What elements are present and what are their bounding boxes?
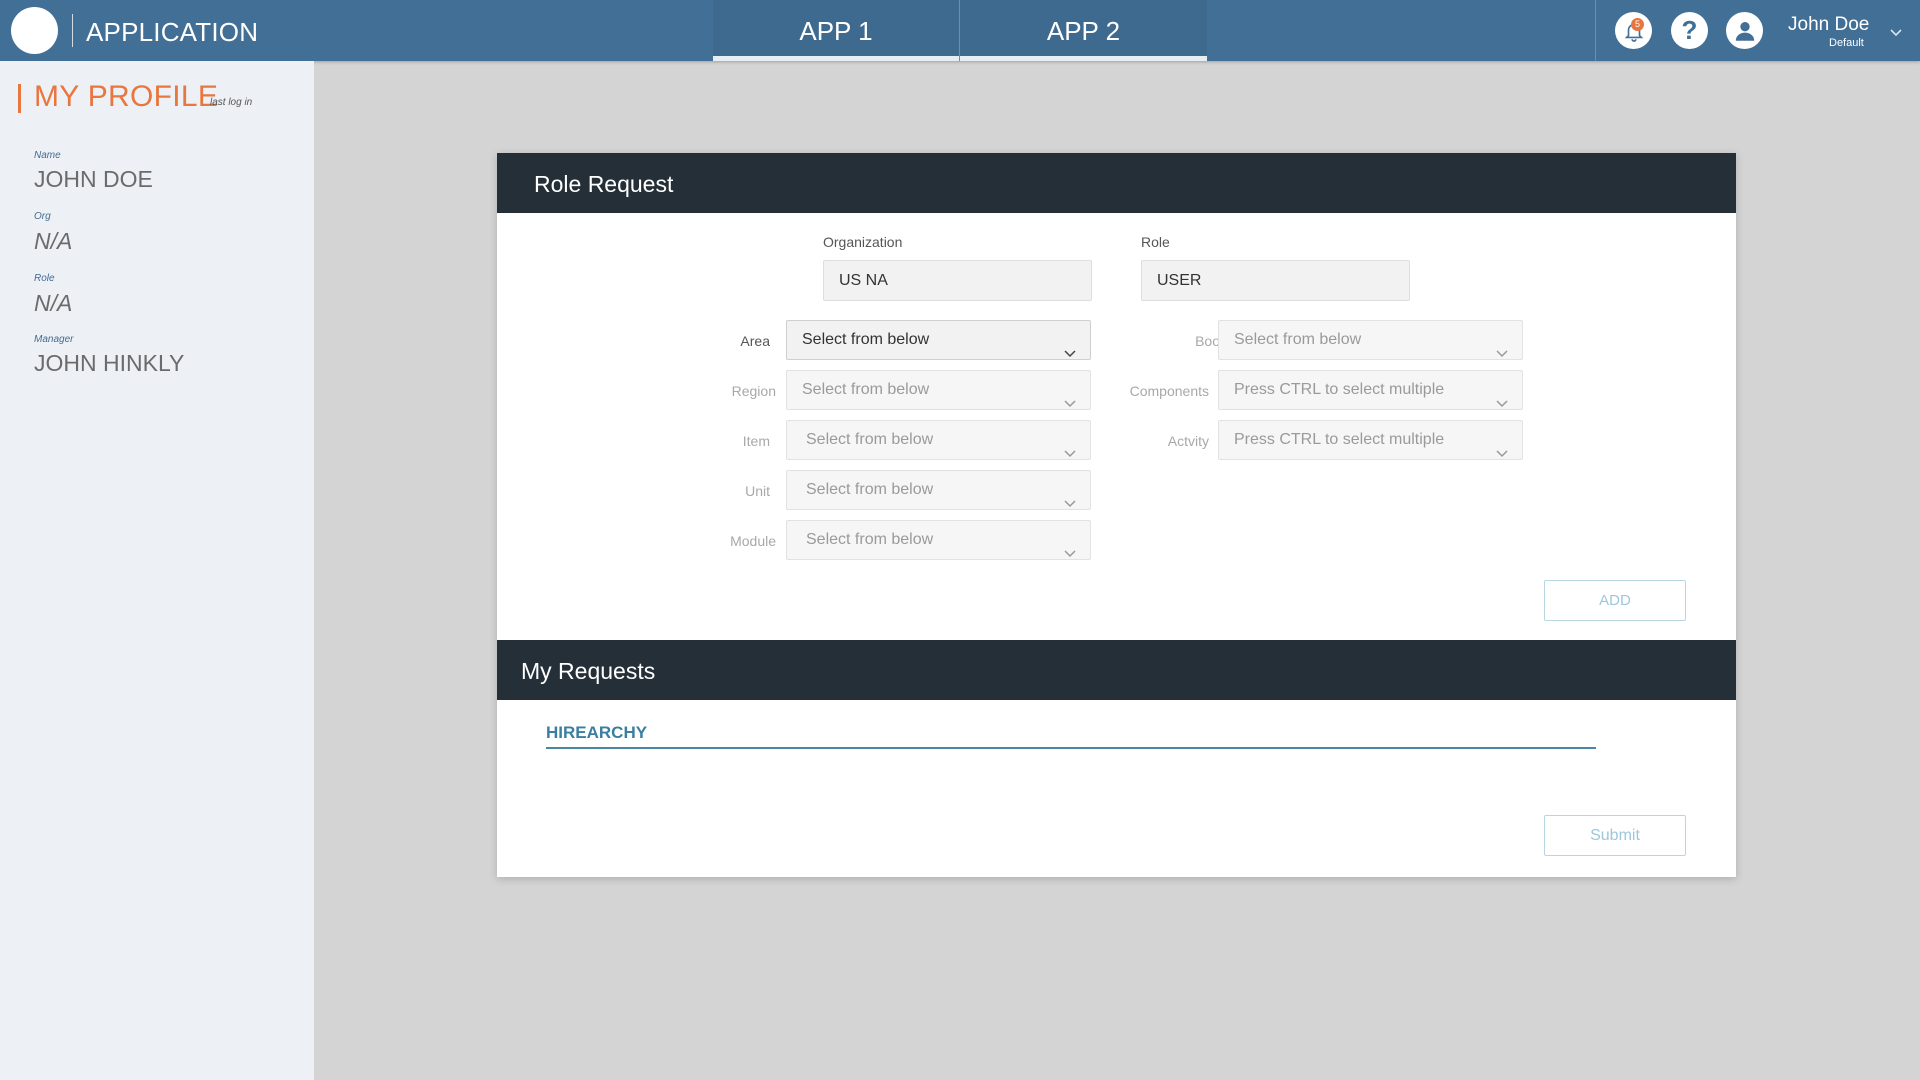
- logo[interactable]: [11, 7, 58, 54]
- module-select[interactable]: Select from below: [786, 520, 1091, 560]
- bell-icon[interactable]: [1615, 12, 1652, 49]
- tab-app-2[interactable]: APP 2: [960, 0, 1207, 61]
- last-log-in: last log in: [210, 97, 253, 108]
- manager-value: JOHN HINKLY: [34, 350, 185, 376]
- org-label: Org: [34, 211, 51, 222]
- item-select[interactable]: Select from below: [786, 420, 1091, 460]
- activity-select-value: Press CTRL to select multiple: [1234, 431, 1445, 448]
- unit-select[interactable]: Select from below: [786, 470, 1091, 510]
- components-select-value: Press CTRL to select multiple: [1234, 381, 1445, 398]
- module-label: Module: [730, 533, 776, 549]
- module-select-value: Select from below: [806, 531, 934, 548]
- logo-divider: [72, 14, 73, 47]
- user-role: Default: [1829, 37, 1864, 49]
- unit-select-value: Select from below: [806, 481, 934, 498]
- chevron-down-icon[interactable]: [1889, 25, 1903, 43]
- my-requests-header: My Requests: [497, 640, 1736, 700]
- help-icon[interactable]: ?: [1671, 12, 1708, 49]
- profile-title: MY PROFILE: [34, 80, 219, 113]
- unit-label: Unit: [745, 483, 770, 499]
- notification-badge: 5: [1631, 18, 1644, 31]
- role-request-card: Role Request Organization US NA Role USE…: [497, 153, 1736, 877]
- area-label: Area: [740, 333, 770, 349]
- chevron-down-icon: [1064, 335, 1076, 373]
- chevron-down-icon: [1064, 535, 1076, 573]
- tab-underline: [546, 747, 1596, 749]
- organization-field: US NA: [823, 260, 1092, 301]
- chevron-down-icon: [1064, 435, 1076, 473]
- item-select-value: Select from below: [806, 431, 934, 448]
- header-divider: [1595, 0, 1596, 61]
- tab-app-1[interactable]: APP 1: [713, 0, 960, 61]
- submit-button[interactable]: Submit: [1544, 815, 1686, 856]
- chevron-down-icon: [1064, 385, 1076, 423]
- book-label: Book: [1195, 333, 1227, 349]
- area-select-value: Select from below: [802, 331, 930, 348]
- book-select[interactable]: Select from below: [1218, 320, 1523, 360]
- role-request-title: Role Request: [534, 171, 674, 197]
- chevron-down-icon: [1496, 435, 1508, 473]
- role-request-header: Role Request: [497, 153, 1736, 213]
- region-select[interactable]: Select from below: [786, 370, 1091, 410]
- activity-select[interactable]: Press CTRL to select multiple: [1218, 420, 1523, 460]
- area-select[interactable]: Select from below: [786, 320, 1091, 360]
- chevron-down-icon: [1496, 385, 1508, 423]
- chevron-down-icon: [1064, 485, 1076, 523]
- user-icon[interactable]: [1726, 12, 1763, 49]
- role-value: N/A: [34, 290, 73, 316]
- activity-label: Actvity: [1167, 433, 1209, 449]
- add-button[interactable]: ADD: [1544, 580, 1686, 621]
- app-title: APPLICATION: [86, 17, 259, 47]
- my-requests-title: My Requests: [521, 658, 656, 684]
- role-field-label: Role: [1141, 234, 1170, 250]
- name-value: JOHN DOE: [34, 166, 153, 192]
- top-bar: APPLICATION APP 1 APP 2 5 ? John Doe Def…: [0, 0, 1920, 61]
- item-label: Item: [742, 433, 770, 449]
- org-value: N/A: [34, 228, 73, 254]
- organization-label: Organization: [823, 234, 903, 250]
- components-label: Components: [1129, 383, 1209, 399]
- region-select-value: Select from below: [802, 381, 930, 398]
- name-label: Name: [34, 150, 61, 161]
- tab-hierarchy[interactable]: HIREARCHY: [546, 723, 647, 743]
- chevron-down-icon: [1496, 335, 1508, 373]
- user-name[interactable]: John Doe: [1788, 14, 1869, 36]
- profile-accent-bar: [18, 84, 21, 113]
- book-select-value: Select from below: [1234, 331, 1362, 348]
- role-label: Role: [34, 273, 55, 284]
- components-select[interactable]: Press CTRL to select multiple: [1218, 370, 1523, 410]
- region-label: Region: [731, 383, 776, 399]
- role-field: USER: [1141, 260, 1410, 301]
- manager-label: Manager: [34, 334, 74, 345]
